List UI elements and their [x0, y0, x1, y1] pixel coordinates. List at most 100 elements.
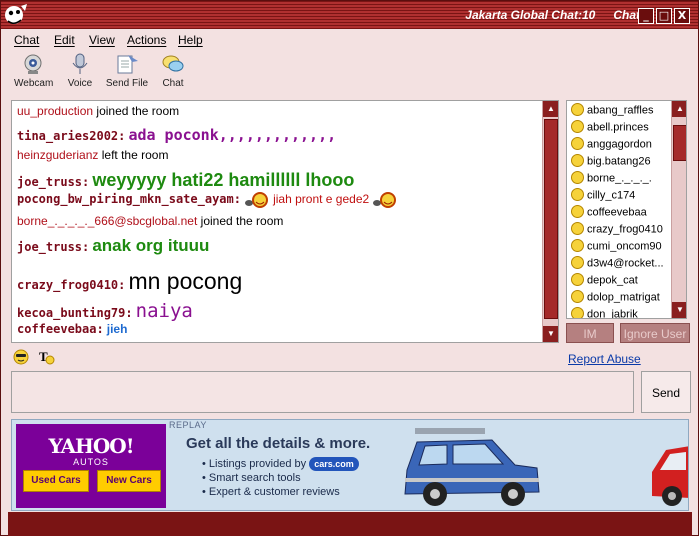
user-name: depok_cat	[587, 274, 638, 287]
ad-bullets: • Listings provided by cars.com • Smart …	[202, 457, 359, 499]
smiley-icon	[571, 188, 584, 201]
chat-bubbles-icon	[162, 55, 184, 72]
message-input[interactable]	[11, 371, 634, 413]
user-name: big.batang26	[587, 155, 651, 168]
smiley-icon	[571, 205, 584, 218]
emoticon-icon	[245, 192, 269, 209]
webcam-icon	[24, 54, 42, 74]
chat-message: heinzguderianz left the room	[17, 148, 169, 162]
new-cars-button[interactable]: New Cars	[97, 470, 161, 492]
scroll-up-button[interactable]: ▲	[543, 101, 558, 117]
menu-help[interactable]: Help	[178, 33, 203, 47]
user-name: anggagordon	[587, 138, 652, 151]
message-nick: pocong_bw_piring_mkn_sate_ayam:	[17, 192, 241, 206]
yahoo-brand: YAHOO!	[48, 434, 134, 458]
used-cars-button[interactable]: Used Cars	[23, 470, 89, 492]
user-list-item[interactable]: anggagordon	[571, 137, 671, 155]
voice-button[interactable]: Voice	[66, 53, 94, 89]
autos-label: AUTOS	[73, 457, 109, 467]
user-list[interactable]: abang_raffles abell.princes anggagordon big…	[566, 100, 687, 319]
smiley-picker-icon[interactable]	[13, 349, 29, 365]
car-image	[404, 428, 540, 506]
user-list-item[interactable]: dolop_matrigat	[571, 290, 671, 308]
ignore-user-button[interactable]: Ignore User	[620, 323, 690, 343]
menu-chat[interactable]: Chat	[14, 33, 39, 47]
menu-edit[interactable]: Edit	[54, 33, 75, 47]
chat-message: tina_aries2002: ada poconk,,,,,,,,,,,,,	[17, 126, 337, 144]
chat-window: Jakarta Global Chat:10 Chat _ □ X Chat Ed…	[0, 0, 699, 536]
user-list-item[interactable]: borne_._._._.	[571, 171, 671, 189]
smiley-icon	[571, 273, 584, 286]
smiley-icon	[571, 171, 584, 184]
menu-bar: Chat Edit View Actions Help	[8, 29, 692, 49]
chat-message: joe_truss: anak org ituuu	[17, 236, 210, 255]
send-file-button[interactable]: Send File	[105, 53, 149, 89]
scroll-down-button[interactable]: ▼	[543, 326, 558, 342]
user-list-item[interactable]: depok_cat	[571, 273, 671, 291]
user-name: borne_._._._.	[587, 172, 652, 185]
message-nick: crazy_frog0410:	[17, 278, 126, 292]
smiley-icon	[571, 120, 584, 133]
user-name: coffeevebaa	[587, 206, 647, 219]
cars-com-logo: cars.com	[309, 457, 359, 471]
microphone-icon	[72, 53, 88, 74]
send-button[interactable]: Send	[641, 371, 691, 413]
title-bar[interactable]: Jakarta Global Chat:10 Chat _ □ X	[1, 1, 698, 29]
menu-actions[interactable]: Actions	[127, 33, 166, 47]
smiley-icon	[571, 137, 584, 150]
smiley-icon	[571, 154, 584, 167]
maximize-button[interactable]: □	[656, 8, 672, 24]
app-logo-icon	[5, 4, 27, 24]
smiley-icon	[571, 290, 584, 303]
user-list-item[interactable]: crazy_frog0410	[571, 222, 671, 240]
user-list-item[interactable]: don_jabrik	[571, 307, 671, 319]
user-list-item[interactable]: cilly_c174	[571, 188, 671, 206]
user-name: don_jabrik	[587, 308, 638, 319]
chat-message: joe_truss: weyyyyy hati22 hamillllll lho…	[17, 170, 355, 190]
user-list-item[interactable]: coffeevebaa	[571, 205, 671, 223]
chat-message: coffeevebaa: jieh	[17, 322, 128, 336]
user-list-item[interactable]: cumi_oncom90	[571, 239, 671, 257]
scroll-thumb[interactable]	[673, 125, 686, 161]
user-name: cumi_oncom90	[587, 240, 662, 253]
message-nick: coffeevebaa:	[17, 322, 104, 336]
scroll-thumb[interactable]	[544, 119, 558, 319]
format-bar: T	[13, 349, 56, 367]
ad-banner[interactable]: YAHOO! AUTOS Used Cars New Cars REPLAY G…	[11, 419, 689, 511]
chat-scrollbar[interactable]: ▲ ▼	[542, 101, 558, 342]
minimize-button[interactable]: _	[638, 8, 654, 24]
menu-view[interactable]: View	[89, 33, 115, 47]
close-button[interactable]: X	[674, 8, 690, 24]
smiley-icon	[571, 239, 584, 252]
chat-message: uu_production joined the room	[17, 104, 180, 118]
user-list-item[interactable]: abang_raffles	[571, 103, 671, 121]
user-list-item[interactable]: big.batang26	[571, 154, 671, 172]
window-title: Jakarta Global Chat:10 Chat	[465, 8, 640, 22]
chat-message: kecoa_bunting79: naiya	[17, 300, 193, 322]
smiley-icon	[571, 307, 584, 318]
message-nick: tina_aries2002:	[17, 129, 126, 143]
im-button[interactable]: IM	[566, 323, 614, 343]
status-bar	[8, 512, 692, 536]
user-name: d3w4@rocket...	[587, 257, 664, 270]
user-name: crazy_frog0410	[587, 223, 663, 236]
smiley-icon	[571, 103, 584, 116]
scroll-down-button[interactable]: ▼	[672, 302, 686, 318]
smiley-icon	[571, 222, 584, 235]
chat-message: borne_._._._._666@sbcglobal.net joined t…	[17, 214, 284, 228]
replay-link[interactable]: REPLAY	[169, 420, 207, 430]
chat-message: pocong_bw_piring_mkn_sate_ayam: jiah pro…	[17, 192, 537, 214]
yahoo-autos-logo: YAHOO! AUTOS Used Cars New Cars	[16, 424, 166, 508]
toolbar: Webcam Voice Send File Chat	[8, 49, 692, 99]
webcam-button[interactable]: Webcam	[14, 53, 53, 89]
user-list-item[interactable]: d3w4@rocket...	[571, 256, 671, 274]
text-format-icon[interactable]: T	[38, 349, 56, 365]
user-list-item[interactable]: abell.princes	[571, 120, 671, 138]
scroll-up-button[interactable]: ▲	[672, 101, 686, 117]
report-abuse-link[interactable]: Report Abuse	[568, 352, 641, 366]
user-list-scrollbar[interactable]: ▲ ▼	[671, 101, 686, 318]
chat-message: crazy_frog0410: mn pocong	[17, 268, 243, 294]
user-name: abell.princes	[587, 121, 649, 134]
chat-button[interactable]: Chat	[160, 53, 186, 89]
chat-history[interactable]: uu_production joined the room tina_aries…	[11, 100, 559, 343]
